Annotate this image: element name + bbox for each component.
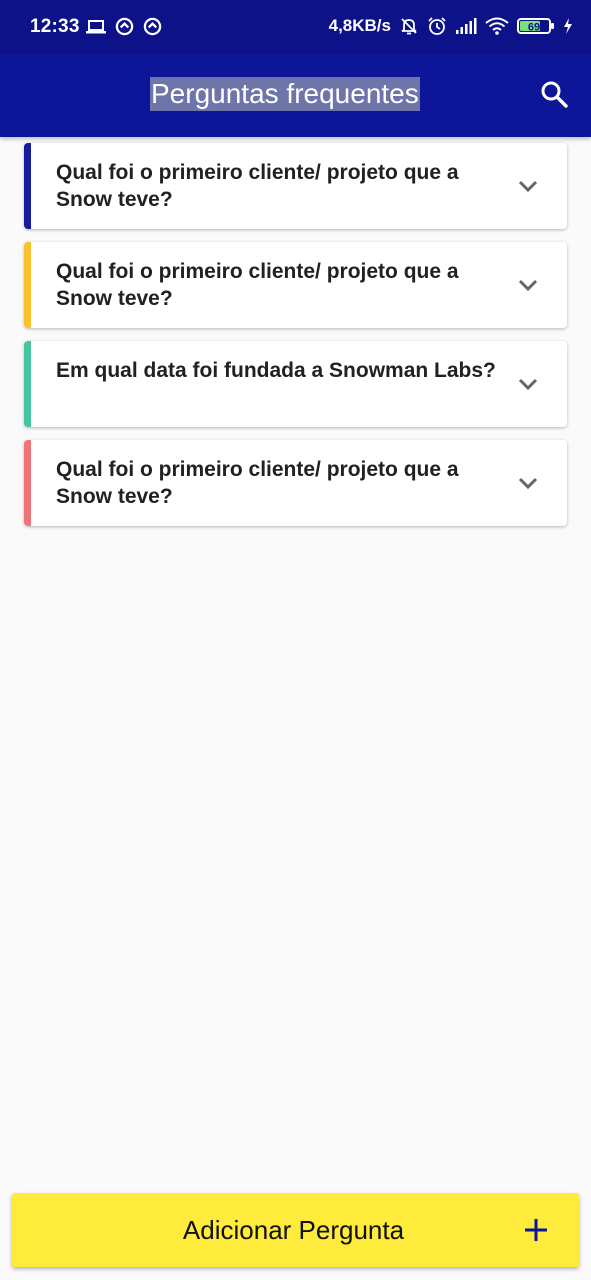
faq-item[interactable]: Em qual data foi fundada a Snowman Labs? [24,341,567,427]
expand-button[interactable] [517,175,539,197]
signal-icon [456,18,477,34]
status-system-icons: 4,8KB/s 69 [329,16,573,36]
data-saver-icon [143,17,162,36]
chevron-down-icon [518,180,538,193]
expand-button[interactable] [517,472,539,494]
faq-question: Qual foi o primeiro cliente/ projeto que… [56,260,459,310]
status-time: 12:33 [30,16,80,37]
status-bar: 12:33 4,8KB/s 69 [0,0,591,54]
faq-accent-bar [24,341,31,427]
expand-button[interactable] [517,373,539,395]
battery-level: 69 [528,22,540,34]
laptop-icon [86,19,106,33]
chevron-down-icon [518,378,538,391]
chevron-down-icon [518,279,538,292]
faq-list: Qual foi o primeiro cliente/ projeto que… [24,143,567,539]
faq-question: Em qual data foi fundada a Snowman Labs? [56,359,496,382]
notifications-off-icon [401,18,417,35]
app-bar: Perguntas frequentes [0,54,591,137]
alarm-icon [428,17,446,35]
page-title: Perguntas frequentes [150,77,420,111]
add-question-label: Adicionar Pergunta [182,1215,405,1245]
status-notification-icons [86,17,162,36]
faq-accent-bar [24,143,31,229]
faq-item[interactable]: Qual foi o primeiro cliente/ projeto que… [24,440,567,526]
plus-icon [525,1219,547,1241]
faq-item[interactable]: Qual foi o primeiro cliente/ projeto que… [24,143,567,229]
chevron-down-icon [518,477,538,490]
battery-icon: 69 [517,18,554,34]
search-icon [541,81,568,108]
faq-question: Qual foi o primeiro cliente/ projeto que… [56,458,459,508]
faq-accent-bar [24,440,31,526]
charging-icon [564,18,572,34]
network-speed: 4,8KB/s [328,16,391,35]
faq-item[interactable]: Qual foi o primeiro cliente/ projeto que… [24,242,567,328]
faq-accent-bar [24,242,31,328]
search-button[interactable] [537,77,571,111]
faq-question: Qual foi o primeiro cliente/ projeto que… [56,161,459,211]
wifi-icon [485,17,509,35]
data-saver-icon [115,17,134,36]
expand-button[interactable] [517,274,539,296]
add-question-button[interactable]: Adicionar Pergunta [12,1193,579,1267]
